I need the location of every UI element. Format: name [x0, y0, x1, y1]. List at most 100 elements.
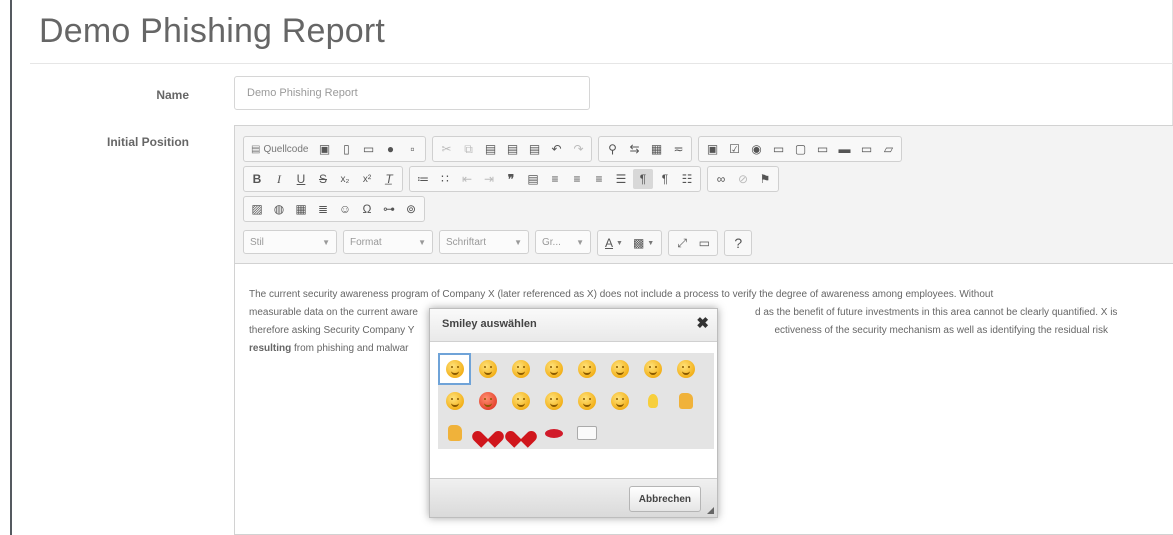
toolbar-group-colors: A ▼ ▩ ▼ — [597, 230, 663, 256]
smiley-option[interactable] — [537, 417, 570, 449]
close-icon[interactable]: ✖ — [696, 314, 709, 332]
smiley-option[interactable] — [438, 385, 471, 417]
horizontal-line-icon[interactable]: ≣ — [313, 199, 333, 219]
smiley-option[interactable] — [438, 353, 471, 385]
toolbar-group-find: ⚲ ⇆ ▦ ≂ — [598, 136, 693, 162]
checkbox-icon[interactable]: ☑ — [724, 139, 744, 159]
page-break-icon[interactable]: ⊶ — [379, 199, 399, 219]
smiley-option[interactable] — [603, 353, 636, 385]
select-field-icon[interactable]: ▭ — [812, 139, 832, 159]
cut-icon[interactable]: ✂ — [436, 139, 456, 159]
paste-text-icon[interactable]: ▤ — [502, 139, 522, 159]
smiley-option[interactable] — [636, 385, 669, 417]
spellcheck-icon[interactable]: ≂ — [668, 139, 688, 159]
unlink-icon[interactable]: ⊘ — [733, 169, 753, 189]
radio-icon[interactable]: ◉ — [746, 139, 766, 159]
smiley-option[interactable] — [603, 385, 636, 417]
save-icon[interactable]: ▣ — [314, 139, 334, 159]
align-left-icon[interactable]: ≡ — [545, 169, 565, 189]
outdent-icon[interactable]: ⇤ — [457, 169, 477, 189]
strike-icon[interactable]: S — [313, 169, 333, 189]
justify-icon[interactable]: ☰ — [611, 169, 631, 189]
image-icon[interactable]: ▨ — [247, 199, 267, 219]
broken-heart-icon — [511, 424, 531, 442]
flash-icon[interactable]: ◍ — [269, 199, 289, 219]
format-combo[interactable]: Format ▼ — [343, 230, 433, 254]
text-color-button[interactable]: A ▼ — [601, 236, 627, 250]
smiley-option[interactable] — [570, 385, 603, 417]
smiley-option[interactable] — [570, 417, 603, 449]
chevron-down-icon: ▼ — [418, 237, 426, 247]
font-combo[interactable]: Schriftart ▼ — [439, 230, 529, 254]
smiley-option[interactable] — [438, 417, 471, 449]
copy-icon[interactable]: ⧉ — [458, 139, 478, 159]
blockquote-icon[interactable]: ❞ — [501, 169, 521, 189]
smiley-toolbar-icon[interactable]: ☺ — [335, 199, 355, 219]
smiley-option[interactable] — [636, 353, 669, 385]
table-icon[interactable]: ▦ — [291, 199, 311, 219]
dialog-footer: Abbrechen — [430, 478, 717, 517]
envelope-icon — [576, 426, 597, 440]
smiley-option[interactable] — [504, 353, 537, 385]
ltr-icon[interactable]: ¶ — [633, 169, 653, 189]
bulleted-list-icon[interactable]: ∷ — [435, 169, 455, 189]
bold-icon[interactable]: B — [247, 169, 267, 189]
style-combo[interactable]: Stil ▼ — [243, 230, 337, 254]
bg-color-button[interactable]: ▩ ▼ — [629, 236, 658, 250]
smiley-option[interactable] — [537, 385, 570, 417]
templates-icon[interactable]: ▫ — [402, 139, 422, 159]
special-char-icon[interactable]: Ω — [357, 199, 377, 219]
anchor-icon[interactable]: ⚑ — [755, 169, 775, 189]
numbered-list-icon[interactable]: ≔ — [413, 169, 433, 189]
smiley-option[interactable] — [471, 353, 504, 385]
redo-icon[interactable]: ↷ — [568, 139, 588, 159]
smiley-option[interactable] — [669, 353, 702, 385]
button-field-icon[interactable]: ▬ — [834, 139, 854, 159]
rtl-icon[interactable]: ¶ — [655, 169, 675, 189]
div-container-icon[interactable]: ▤ — [523, 169, 543, 189]
remove-format-icon[interactable]: T̲ — [379, 169, 399, 189]
source-button[interactable]: ▤ Quellcode — [247, 144, 312, 155]
hidden-field-icon[interactable]: ▱ — [878, 139, 898, 159]
smiley-option[interactable] — [471, 417, 504, 449]
smiley-option[interactable] — [504, 417, 537, 449]
textarea-icon[interactable]: ▢ — [790, 139, 810, 159]
smiley-option[interactable] — [537, 353, 570, 385]
indecision-smiley-icon — [445, 392, 464, 410]
show-blocks-icon[interactable]: ▭ — [694, 233, 714, 253]
smiley-option[interactable] — [504, 385, 537, 417]
paste-word-icon[interactable]: ▤ — [524, 139, 544, 159]
language-icon[interactable]: ☷ — [677, 169, 697, 189]
resize-handle-icon[interactable] — [707, 507, 714, 514]
superscript-icon[interactable]: x² — [357, 169, 377, 189]
smiley-option[interactable] — [570, 353, 603, 385]
maximize-icon[interactable]: ⤢ — [672, 233, 692, 253]
find-icon[interactable]: ⚲ — [602, 139, 622, 159]
dialog-header[interactable]: Smiley auswählen ✖ — [430, 309, 717, 342]
print-icon[interactable]: ● — [380, 139, 400, 159]
form-icon[interactable]: ▣ — [702, 139, 722, 159]
undo-icon[interactable]: ↶ — [546, 139, 566, 159]
size-combo[interactable]: Gr... ▼ — [535, 230, 591, 254]
smiley-option[interactable] — [471, 385, 504, 417]
text-field-icon[interactable]: ▭ — [768, 139, 788, 159]
select-all-icon[interactable]: ▦ — [646, 139, 666, 159]
smiley-option[interactable] — [669, 385, 702, 417]
cancel-button[interactable]: Abbrechen — [628, 486, 701, 512]
subscript-icon[interactable]: x₂ — [335, 169, 355, 189]
help-button[interactable]: ? — [728, 233, 748, 253]
paste-icon[interactable]: ▤ — [480, 139, 500, 159]
name-input[interactable] — [234, 76, 590, 110]
underline-icon[interactable]: U — [291, 169, 311, 189]
link-icon[interactable]: ∞ — [711, 169, 731, 189]
indent-icon[interactable]: ⇥ — [479, 169, 499, 189]
new-page-icon[interactable]: ▯ — [336, 139, 356, 159]
iframe-icon[interactable]: ⊚ — [401, 199, 421, 219]
image-button-icon[interactable]: ▭ — [856, 139, 876, 159]
content-text: from phishing and malwar — [294, 343, 409, 354]
replace-icon[interactable]: ⇆ — [624, 139, 644, 159]
align-center-icon[interactable]: ≡ — [567, 169, 587, 189]
align-right-icon[interactable]: ≡ — [589, 169, 609, 189]
italic-icon[interactable]: I — [269, 169, 289, 189]
preview-icon[interactable]: ▭ — [358, 139, 378, 159]
